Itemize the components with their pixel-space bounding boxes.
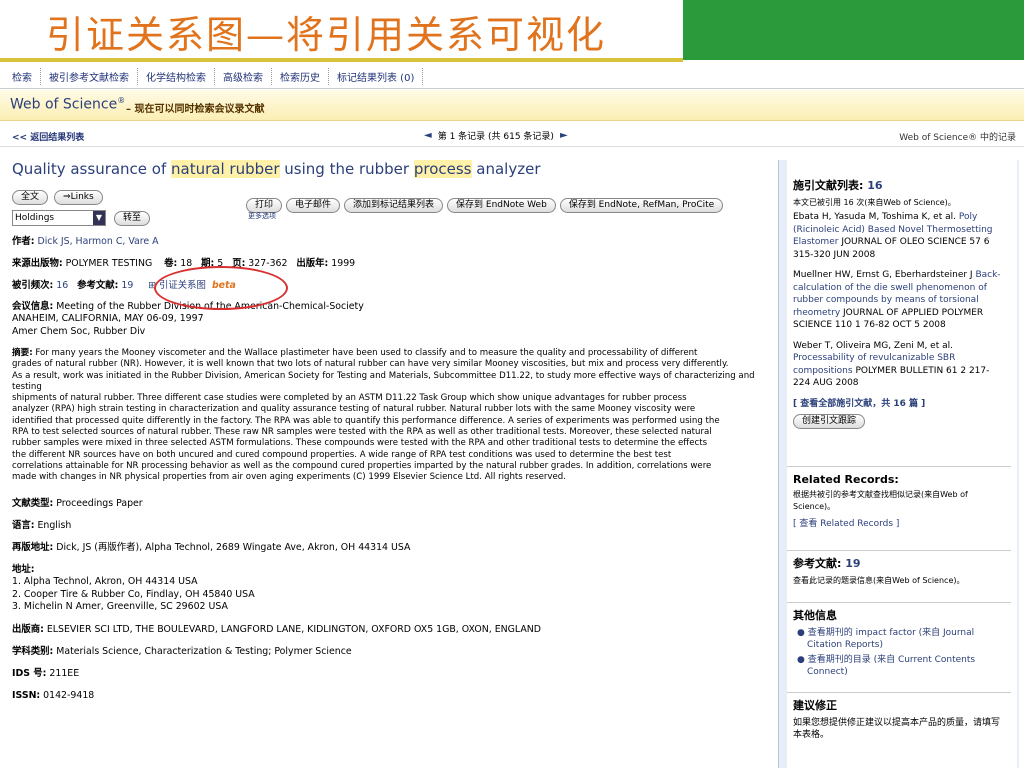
save-endnote-web-button[interactable]: 保存到 EndNote Web <box>447 198 556 213</box>
references-section: 参考文献: 19 查看此记录的题录信息(来自Web of Science)。 <box>793 557 1005 587</box>
doctype-field: 文献类型: Proceedings Paper <box>12 498 143 509</box>
record-title: Quality assurance of natural rubber usin… <box>12 160 541 178</box>
other-info-section: 其他信息 ● 查看期刊的 impact factor (来自 Journal C… <box>793 609 1005 679</box>
suggest-text[interactable]: 如果您想提供修正建议以提高本产品的质量，请填写本表格。 <box>793 717 1005 742</box>
slide-title: 引证关系图—将引用关系可视化 <box>46 13 607 57</box>
tab-search-history[interactable]: 检索历史 <box>272 68 329 85</box>
create-citation-alert-button[interactable]: 创建引文跟踪 <box>793 414 866 429</box>
record-position: 第 1 条记录 (共 615 条记录) <box>437 132 554 142</box>
issn-field: ISSN: 0142-9418 <box>12 690 95 701</box>
citing-title: 施引文献列表: <box>793 179 864 192</box>
authors-field: 作者: Dick JS, Harmon C, Vare A <box>12 236 159 247</box>
source-field: 来源出版物: POLYMER TESTING 卷: 18 期: 5 页: 327… <box>12 258 356 269</box>
citing-count-link[interactable]: 16 <box>867 179 882 192</box>
divider <box>787 692 1011 693</box>
tab-advanced-search[interactable]: 高级检索 <box>215 68 272 85</box>
next-record-icon[interactable]: ► <box>560 130 568 141</box>
references-link[interactable]: 19 <box>121 280 133 291</box>
holdings-select[interactable]: Holdings ▼ <box>12 210 106 226</box>
conference-field: 会议信息: Meeting of the Rubber Division of … <box>12 301 364 337</box>
see-all-citing-link[interactable]: [ 查看全部施引文献，共 16 篇 ] <box>793 398 1005 411</box>
wos-record-label: Web of Science® 中的记录 <box>899 133 1016 143</box>
links-button[interactable]: ⇒Links <box>54 190 103 205</box>
wos-subtitle: – 现在可以同时检索会议录文献 <box>126 104 265 115</box>
citing-item: Muellner HW, Ernst G, Eberhardsteiner J … <box>793 270 1001 330</box>
save-endnote-refman-button[interactable]: 保存到 EndNote, RefMan, ProCite <box>559 198 724 213</box>
related-title: Related Records: <box>793 473 899 486</box>
other-title: 其他信息 <box>793 609 837 622</box>
divider <box>787 550 1011 551</box>
divider <box>787 466 1011 467</box>
citing-note: 本文已被引用 16 次(来自Web of Science)。 <box>793 197 956 207</box>
journal-contents-link[interactable]: ● 查看期刊的目录 (来自 Current Contents Connect) <box>797 654 1005 679</box>
result-nav: << 返回结果列表 ◄ 第 1 条记录 (共 615 条记录) ► Web of… <box>0 126 1024 147</box>
refs-note: 查看此记录的题录信息(来自Web of Science)。 <box>793 575 965 585</box>
record-pager: ◄ 第 1 条记录 (共 615 条记录) ► <box>424 129 568 142</box>
suggest-title: 建议修正 <box>793 699 837 712</box>
email-button[interactable]: 电子邮件 <box>286 198 341 213</box>
citation-field: 被引频次: 16 参考文献: 19 ⊞ 引证关系图 beta <box>12 280 236 291</box>
sidebar: 施引文献列表: 16 本文已被引用 16 次(来自Web of Science)… <box>778 160 1019 768</box>
citing-item: Ebata H, Yasuda M, Toshima K, et al. Pol… <box>793 212 993 260</box>
related-records-section: Related Records: 根据共被引的参考文献查找相似记录(来自Web … <box>793 473 1005 531</box>
tab-cited-ref-search[interactable]: 被引参考文献检索 <box>41 68 138 85</box>
add-to-marked-button[interactable]: 添加到标记结果列表 <box>344 198 444 213</box>
refs-count-link[interactable]: 19 <box>845 557 860 570</box>
tab-marked-list[interactable]: 标记结果列表 (0) <box>329 68 424 85</box>
back-to-results-link[interactable]: << 返回结果列表 <box>12 130 84 143</box>
citing-articles-section: 施引文献列表: 16 本文已被引用 16 次(来自Web of Science)… <box>793 179 1005 429</box>
language-field: 语言: English <box>12 520 72 531</box>
impact-factor-link[interactable]: ● 查看期刊的 impact factor (来自 Journal Citati… <box>797 627 1005 652</box>
publisher-field: 出版商: ELSEVIER SCI LTD, THE BOULEVARD, LA… <box>12 624 541 635</box>
prev-record-icon[interactable]: ◄ <box>424 130 432 141</box>
subject-field: 学科类别: Materials Science, Characterizatio… <box>12 646 352 657</box>
citing-item: Weber T, Oliveira MG, Zeni M, et al. Pro… <box>793 340 990 389</box>
tab-structure-search[interactable]: 化学结构检索 <box>138 68 215 85</box>
address-field: 地址: 1. Alpha Technol, Akron, OH 44314 USA… <box>12 564 255 612</box>
tab-search[interactable]: 检索 <box>4 68 41 85</box>
divider <box>787 602 1011 603</box>
abstract-field: 摘要: For many years the Mooney viscometer… <box>12 348 755 483</box>
chevron-down-icon: ▼ <box>93 211 105 225</box>
reprint-field: 再版地址: Dick, JS (再版作者), Alpha Technol, 26… <box>12 542 411 553</box>
related-records-link[interactable]: [ 查看 Related Records ] <box>793 518 1005 531</box>
wos-banner: Web of Science® – 现在可以同时检索会议录文献 <box>0 90 1024 121</box>
title-underline <box>0 58 683 62</box>
fulltext-button[interactable]: 全文 <box>12 190 49 205</box>
suggest-correction-section: 建议修正 如果您想提供修正建议以提高本产品的质量，请填写本表格。 <box>793 699 1005 742</box>
related-note: 根据共被引的参考文献查找相似记录(来自Web of Science)。 <box>793 489 968 512</box>
authors-link[interactable]: Dick JS, Harmon C, Vare A <box>37 236 158 247</box>
green-accent-bar <box>683 0 1024 60</box>
refs-title: 参考文献: <box>793 557 842 570</box>
top-nav: 检索 被引参考文献检索 化学结构检索 高级检索 检索历史 标记结果列表 (0) <box>0 64 1024 89</box>
more-options-link[interactable]: 更多选项 <box>248 211 276 221</box>
times-cited-link[interactable]: 16 <box>56 280 68 291</box>
ids-field: IDS 号: 211EE <box>12 668 80 679</box>
wos-logo[interactable]: Web of Science® <box>10 96 125 113</box>
record-main: Quality assurance of natural rubber usin… <box>12 160 764 701</box>
highlight-circle <box>154 266 288 310</box>
go-button[interactable]: 转至 <box>114 210 151 226</box>
